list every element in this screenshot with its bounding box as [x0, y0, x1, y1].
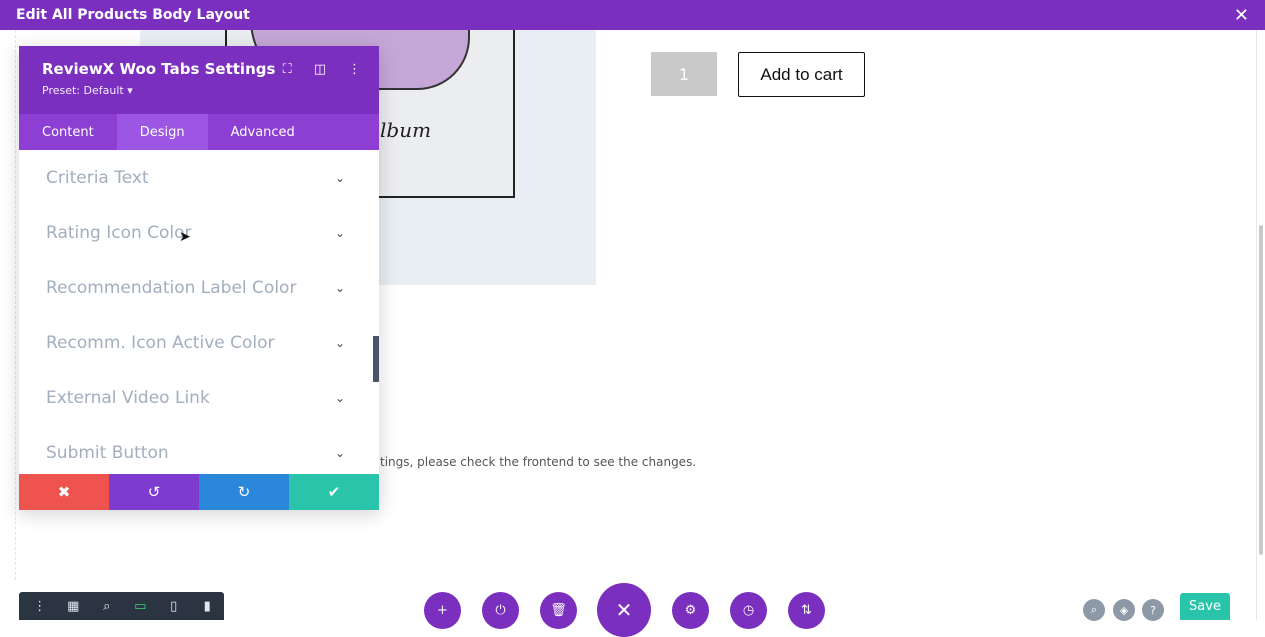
sort-icon[interactable]: ⇅	[788, 592, 825, 629]
toggle-label: Rating Icon Color	[46, 222, 192, 243]
mouse-cursor-icon: ➤	[179, 229, 191, 245]
toggle-label: Submit Button	[46, 442, 169, 463]
discard-button[interactable]: ✖	[19, 474, 109, 510]
modal-header: ReviewX Woo Tabs Settings Preset: Defaul…	[19, 46, 379, 114]
wireframe-icon[interactable]: ▦	[57, 599, 91, 614]
trash-icon[interactable]: 🗑	[540, 592, 577, 629]
frontend-notice: tings, please check the frontend to see …	[380, 455, 697, 469]
desktop-icon[interactable]: ▭	[124, 599, 158, 614]
history-icon[interactable]: ◷	[730, 592, 767, 629]
tab-advanced[interactable]: Advanced	[208, 114, 318, 150]
power-icon[interactable]: ⏻	[482, 592, 519, 629]
modal-footer: ✖ ↺ ↻ ✔	[19, 474, 379, 510]
toggle-submit-button[interactable]: Submit Button ⌄	[19, 425, 379, 474]
redo-button[interactable]: ↻	[199, 474, 289, 510]
builder-title: Edit All Products Body Layout	[16, 7, 250, 23]
chevron-down-icon: ⌄	[334, 280, 345, 295]
chevron-down-icon: ⌄	[334, 390, 345, 405]
page-scrollbar[interactable]	[1259, 225, 1263, 555]
toggle-recomm-icon-active-color[interactable]: Recomm. Icon Active Color ⌄	[19, 315, 379, 370]
expand-icon[interactable]: ⛶	[283, 62, 292, 77]
settings-modal: ReviewX Woo Tabs Settings Preset: Defaul…	[19, 46, 379, 510]
gear-icon[interactable]: ⚙	[672, 592, 709, 629]
toggle-recommendation-label-color[interactable]: Recommendation Label Color ⌄	[19, 260, 379, 315]
toggle-rating-icon-color[interactable]: Rating Icon Color ⌄	[19, 205, 379, 260]
toggle-label: External Video Link	[46, 387, 210, 408]
close-builder-button[interactable]: ✕	[597, 583, 651, 637]
add-to-cart-button[interactable]: Add to cart	[738, 52, 865, 97]
sketch-text: lbum	[380, 118, 432, 142]
tab-content[interactable]: Content	[19, 114, 117, 150]
chevron-down-icon: ⌄	[334, 170, 345, 185]
save-button[interactable]: Save	[1180, 593, 1230, 620]
view-mode-bar: ⋮ ▦ ⌕ ▭ ▯ ▮	[19, 592, 224, 620]
settings-tabs: Content Design Advanced	[19, 114, 379, 150]
chevron-down-icon: ⌄	[334, 445, 345, 460]
help-icon[interactable]: ?	[1142, 599, 1164, 621]
chevron-down-icon: ⌄	[334, 335, 345, 350]
layers-icon[interactable]: ◈	[1113, 599, 1135, 621]
list-scrollbar[interactable]	[373, 336, 379, 382]
more-options-icon[interactable]: ⋮	[348, 62, 361, 77]
top-bar: Edit All Products Body Layout ✕	[0, 0, 1265, 30]
toggle-label: Recomm. Icon Active Color	[46, 332, 275, 353]
apply-button[interactable]: ✔	[289, 474, 379, 510]
section-guide	[15, 30, 16, 580]
tablet-icon[interactable]: ▯	[157, 599, 191, 614]
phone-icon[interactable]: ▮	[191, 599, 225, 614]
menu-dots-icon[interactable]: ⋮	[23, 599, 57, 614]
search-icon[interactable]: ⌕	[1083, 599, 1105, 621]
add-module-button[interactable]: +	[424, 592, 461, 629]
close-icon[interactable]: ✕	[1234, 5, 1249, 26]
preset-dropdown[interactable]: Preset: Default ▾	[42, 84, 356, 97]
zoom-icon[interactable]: ⌕	[90, 599, 124, 614]
settings-list: Criteria Text ⌄ Rating Icon Color ⌄ Reco…	[19, 150, 379, 474]
undo-button[interactable]: ↺	[109, 474, 199, 510]
toggle-criteria-text[interactable]: Criteria Text ⌄	[19, 150, 379, 205]
chevron-down-icon: ⌄	[334, 225, 345, 240]
quantity-input[interactable]: 1	[651, 52, 717, 96]
toggle-label: Criteria Text	[46, 167, 149, 188]
tab-design[interactable]: Design	[116, 114, 208, 150]
split-view-icon[interactable]: ◫	[314, 62, 326, 77]
toggle-label: Recommendation Label Color	[46, 277, 297, 298]
toggle-external-video-link[interactable]: External Video Link ⌄	[19, 370, 379, 425]
canvas-edge	[1256, 30, 1257, 620]
